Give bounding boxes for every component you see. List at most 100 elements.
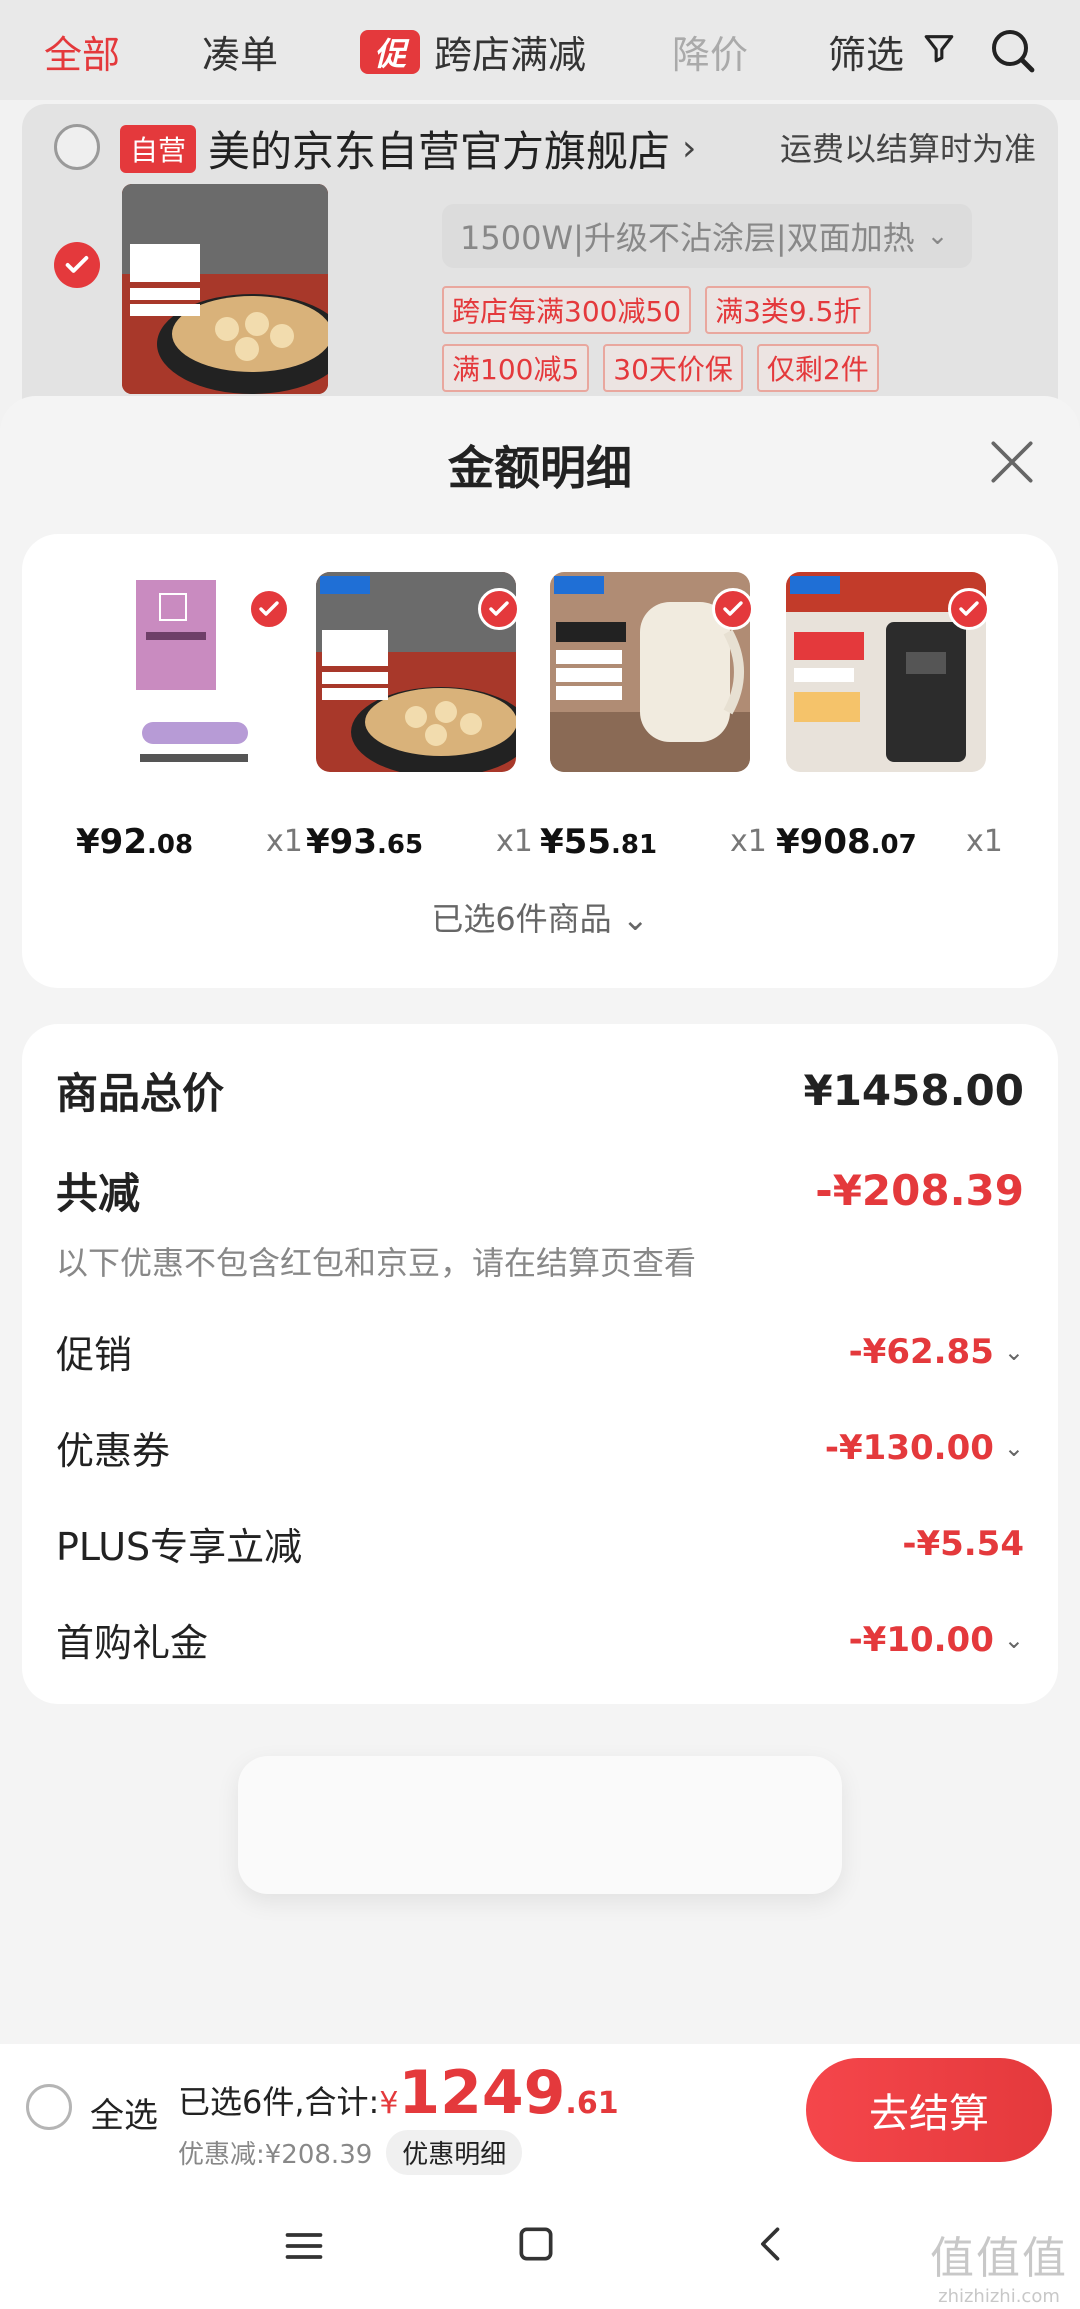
promo-tags-row-1: 跨店每满300减50 满3类9.5折 <box>442 286 872 334</box>
item-checked-radio[interactable] <box>54 242 100 288</box>
discount-label: 优惠券 <box>56 1429 171 1473</box>
menu-icon[interactable] <box>282 2224 326 2272</box>
selected-check-icon <box>712 588 754 630</box>
goods-qty: x1 <box>266 824 303 859</box>
home-icon[interactable] <box>514 2222 558 2270</box>
discount-amount: -¥130.00 <box>824 1427 994 1468</box>
discount-value: -¥10.00 ⌄ <box>849 1620 1024 1660</box>
discount-summary: 优惠减:¥208.39 优惠明细 <box>178 2130 523 2175</box>
reduce-note: 以下优惠不包含红包和京豆，请在结算页查看 <box>56 1244 697 1282</box>
close-button[interactable] <box>984 434 1040 490</box>
self-operated-badge: 自营 <box>120 124 197 173</box>
amount-breakdown-card: 商品总价 ¥1458.00 共减 -¥208.39 以下优惠不包含红包和京豆，请… <box>22 1024 1058 1704</box>
shipping-note: 运费以结算时为准 <box>779 130 1036 168</box>
chevron-down-icon: ⌄ <box>1003 1337 1024 1366</box>
discount-row-promotion[interactable]: 促销 -¥62.85 ⌄ <box>56 1324 1024 1379</box>
goods-price-int: ¥55 <box>540 822 611 862</box>
tab-promo-label: 跨店满减 <box>434 33 587 77</box>
tab-cross-store-promo[interactable]: 促 跨店满减 <box>360 24 586 79</box>
promo-tag: 满3类9.5折 <box>705 286 872 334</box>
blank-placeholder-box <box>238 1756 842 1894</box>
total-reduce-label: 共减 <box>56 1169 141 1218</box>
select-all-label[interactable]: 全选 <box>90 2088 158 2137</box>
search-icon[interactable] <box>988 26 1036 78</box>
discount-value: -¥62.85 ⌄ <box>849 1332 1024 1372</box>
selected-goods-card: ¥92.08 x1 ¥93.65 x1 ¥55.81 x1 ¥908.07 x1… <box>22 534 1058 988</box>
filter-icon <box>922 30 956 74</box>
amount-detail-sheet: 金额明细 ¥92.08 x1 ¥93.65 x1 ¥55.81 x1 ¥908.… <box>0 396 1080 2309</box>
discount-label: PLUS专享立减 <box>56 1525 303 1569</box>
discount-row-first-purchase[interactable]: 首购礼金 -¥10.00 ⌄ <box>56 1612 1024 1667</box>
close-icon <box>991 441 1033 483</box>
promo-tag: 30天价保 <box>603 344 743 392</box>
discount-amount: -¥62.85 <box>848 1331 994 1372</box>
discount-amount: -¥5.54 <box>902 1523 1024 1564</box>
total-reduce-row: 共减 -¥208.39 <box>56 1160 1024 1221</box>
goods-price-dec: .08 <box>146 830 194 860</box>
tab-filter[interactable]: 筛选 <box>828 24 956 79</box>
discount-value: -¥5.54 <box>902 1524 1024 1564</box>
store-section: 自营 美的京东自营官方旗舰店 › 运费以结算时为准 1500W|升级不沾涂层|双… <box>22 104 1058 424</box>
selected-count-toggle[interactable]: 已选6件商品 ⌄ <box>22 894 1058 940</box>
goods-qty: x1 <box>730 824 767 859</box>
top-filter-bar: 全部 凑单 促 跨店满减 降价 筛选 <box>0 0 1080 100</box>
discount-value: -¥130.00 ⌄ <box>825 1428 1024 1468</box>
currency-symbol: ¥ <box>379 2086 399 2121</box>
goods-price: ¥92.08 <box>76 822 193 862</box>
total-summary: 已选6件,合计: ¥ 1249 .61 <box>178 2058 619 2128</box>
promo-badge: 促 <box>360 29 420 74</box>
total-price-row: 商品总价 ¥1458.00 <box>56 1060 1024 1121</box>
goods-qty: x1 <box>496 824 533 859</box>
chevron-down-icon: ⌄ <box>926 221 949 251</box>
total-price-value: ¥1458.00 <box>803 1066 1024 1115</box>
discount-label: 促销 <box>56 1333 133 1377</box>
watermark-logo: 值值值 <box>930 2233 1068 2284</box>
promo-tags-row-2: 满100减5 30天价保 仅剩2件 <box>442 344 879 392</box>
goods-price-dec: .81 <box>610 830 658 860</box>
selected-check-icon <box>948 588 990 630</box>
total-reduce-value: -¥208.39 <box>815 1166 1024 1215</box>
total-amount-int: 1249 <box>398 2058 566 2128</box>
goods-price: ¥55.81 <box>540 822 657 862</box>
chevron-down-icon: ⌄ <box>1003 1625 1024 1654</box>
discount-summary-text: 优惠减:¥208.39 <box>178 2140 373 2170</box>
spec-text: 1500W|升级不沾涂层|双面加热 <box>460 219 915 257</box>
store-header[interactable]: 自营 美的京东自营官方旗舰店 › <box>120 118 696 179</box>
tab-price-drop[interactable]: 降价 <box>672 24 748 79</box>
system-nav-bar <box>0 2178 1080 2309</box>
discount-label: 首购礼金 <box>56 1621 209 1665</box>
selected-count-label: 已选6件商品 <box>431 900 612 938</box>
goods-price-int: ¥908 <box>776 822 871 862</box>
summary-prefix: 已选6件,合计: <box>178 2083 380 2121</box>
back-icon[interactable] <box>750 2222 794 2270</box>
store-name: 美的京东自营官方旗舰店 <box>208 127 671 176</box>
discount-detail-button[interactable]: 优惠明细 <box>386 2130 523 2175</box>
sheet-title: 金额明细 <box>448 441 632 495</box>
store-select-radio[interactable] <box>54 124 100 170</box>
goods-price-dec: .65 <box>376 830 424 860</box>
discount-row-plus: PLUS专享立减 -¥5.54 <box>56 1516 1024 1571</box>
product-image-griddle[interactable] <box>122 184 328 394</box>
spec-selector[interactable]: 1500W|升级不沾涂层|双面加热 ⌄ <box>442 204 972 268</box>
promo-tag: 仅剩2件 <box>756 344 879 392</box>
chevron-down-icon: ⌄ <box>1003 1433 1024 1462</box>
discount-amount: -¥10.00 <box>848 1619 994 1660</box>
goods-price-int: ¥92 <box>76 822 147 862</box>
tab-cou-dan[interactable]: 凑单 <box>202 24 278 79</box>
goods-price-dec: .07 <box>870 830 917 860</box>
tab-all[interactable]: 全部 <box>44 24 120 79</box>
tab-filter-label: 筛选 <box>828 33 905 77</box>
total-price-label: 商品总价 <box>56 1069 225 1118</box>
goods-price: ¥93.65 <box>306 822 423 862</box>
checkout-bar: 全选 已选6件,合计: ¥ 1249 .61 优惠减:¥208.39 优惠明细 … <box>0 2044 1080 2178</box>
discount-row-coupon[interactable]: 优惠券 -¥130.00 ⌄ <box>56 1420 1024 1475</box>
select-all-radio[interactable] <box>26 2084 72 2130</box>
goods-price-int: ¥93 <box>306 822 377 862</box>
chevron-right-icon: › <box>682 128 697 169</box>
goods-price: ¥908.07 <box>776 822 917 862</box>
watermark-url: zhizhizhi.com <box>938 2286 1060 2307</box>
checkout-button[interactable]: 去结算 <box>806 2058 1052 2162</box>
selected-check-icon <box>248 588 290 630</box>
promo-tag: 跨店每满300减50 <box>442 286 692 334</box>
total-amount-dec: .61 <box>565 2086 619 2121</box>
